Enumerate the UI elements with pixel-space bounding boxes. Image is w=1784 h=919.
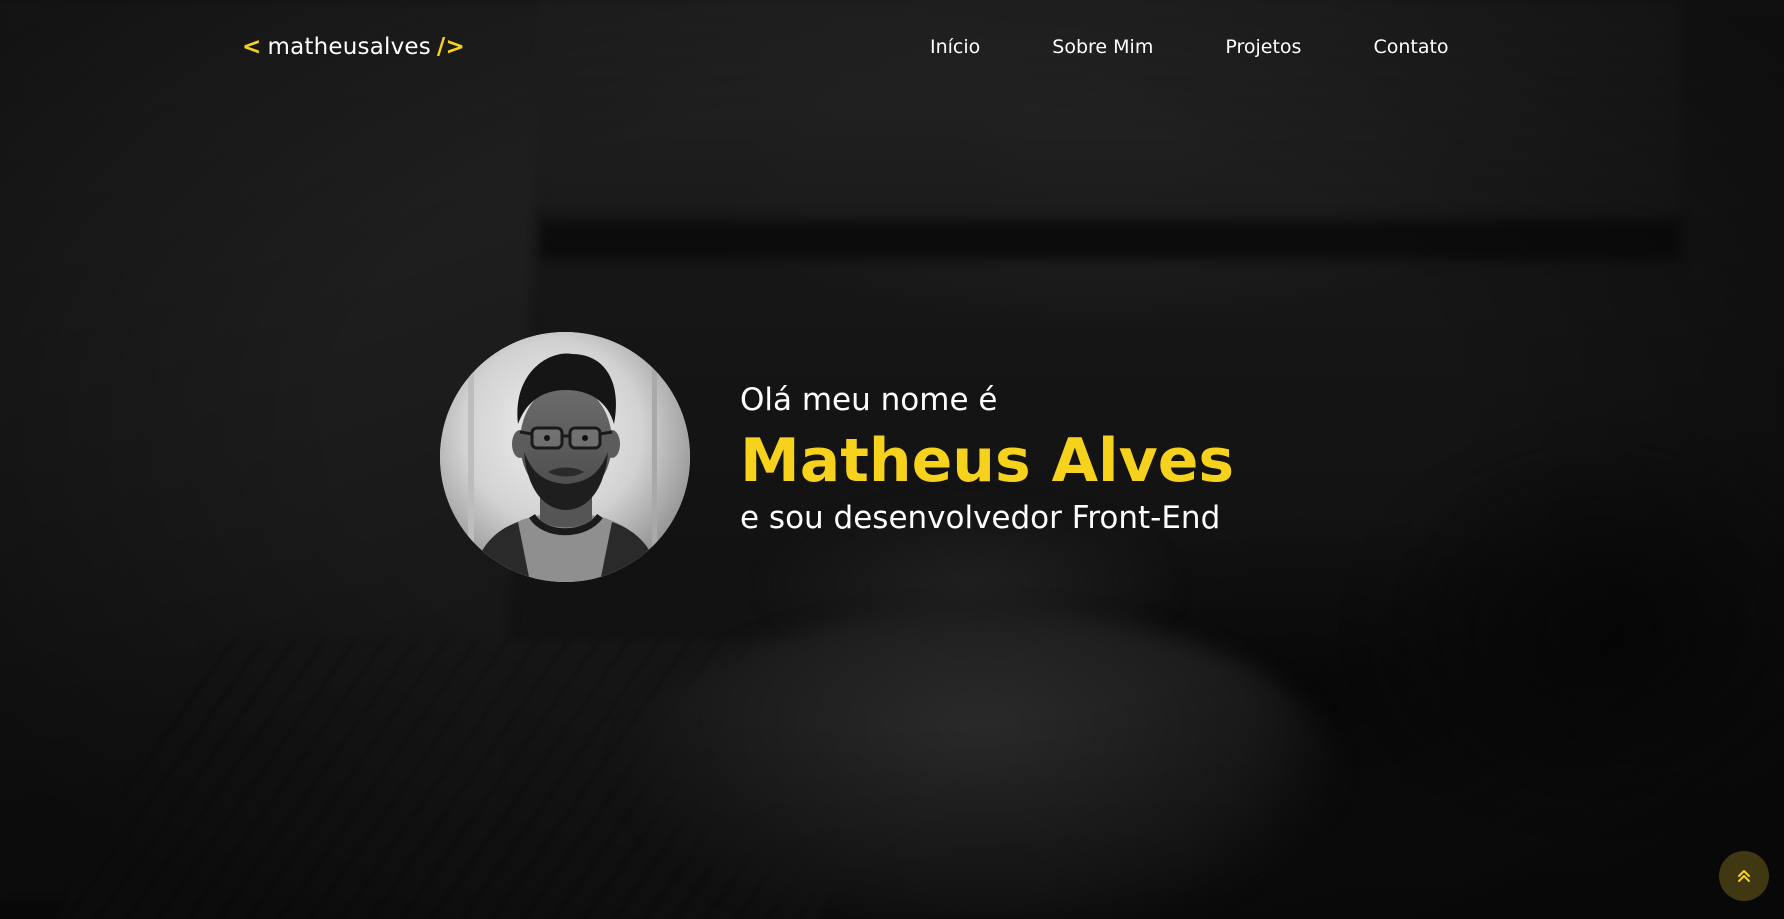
background-keyboard bbox=[34, 640, 966, 919]
main-nav: Início Sobre Mim Projetos Contato bbox=[930, 36, 1449, 58]
nav-link-contato[interactable]: Contato bbox=[1373, 36, 1448, 58]
site-header: < matheusalves/> Início Sobre Mim Projeto… bbox=[0, 0, 1784, 96]
hero-greeting: Olá meu nome é bbox=[740, 382, 998, 418]
double-chevron-up-icon bbox=[1738, 870, 1750, 882]
nav-link-inicio[interactable]: Início bbox=[930, 36, 980, 58]
site-logo[interactable]: < matheusalves/> bbox=[242, 34, 465, 60]
background-hand bbox=[620, 610, 1340, 919]
background-shadow bbox=[1350, 430, 1784, 830]
logo-close-bracket: /> bbox=[436, 34, 465, 60]
hero-name: Matheus Alves bbox=[740, 426, 1235, 496]
background-monitor-base bbox=[540, 220, 1680, 260]
logo-open-bracket: < bbox=[242, 34, 262, 60]
hero-section: < matheusalves/> Início Sobre Mim Projeto… bbox=[0, 0, 1784, 919]
nav-link-projetos[interactable]: Projetos bbox=[1225, 36, 1301, 58]
hero-intro: Olá meu nome é Matheus Alves e sou desen… bbox=[740, 376, 1234, 538]
profile-photo bbox=[440, 332, 690, 582]
hero-role: e sou desenvolvedor Front-End bbox=[740, 500, 1221, 536]
back-to-top-button[interactable] bbox=[1719, 851, 1769, 901]
profile-avatar bbox=[440, 332, 690, 582]
nav-link-sobre-mim[interactable]: Sobre Mim bbox=[1052, 36, 1153, 58]
logo-name: matheusalves bbox=[267, 34, 431, 60]
